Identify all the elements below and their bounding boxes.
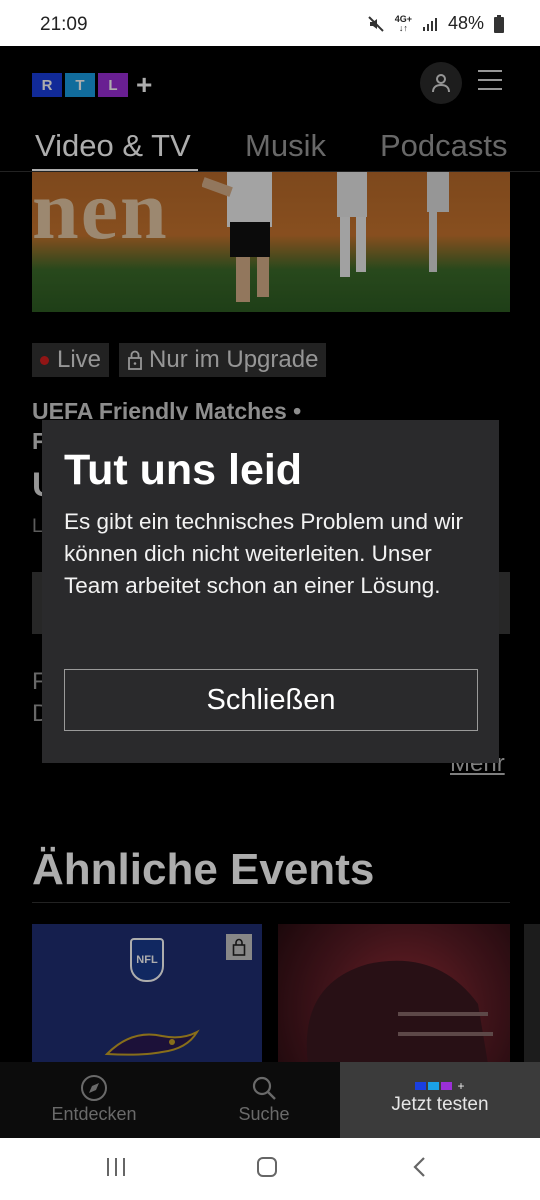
battery-icon	[494, 14, 504, 33]
mute-icon	[367, 15, 384, 32]
back-icon[interactable]	[410, 1156, 428, 1178]
recent-apps-icon[interactable]	[104, 1156, 128, 1178]
dialog-title: Tut uns leid	[64, 446, 303, 494]
compass-icon	[81, 1075, 107, 1101]
nav-explore-label: Entdecken	[51, 1104, 137, 1124]
nav-search[interactable]: Suche	[188, 1062, 340, 1138]
status-icons: 4G+ ↓↑ 48%	[367, 13, 504, 34]
signal-icon	[422, 17, 437, 31]
error-dialog: Tut uns leid Es gibt ein technisches Pro…	[42, 420, 499, 763]
home-icon[interactable]	[256, 1156, 278, 1178]
battery-percent: 48%	[447, 13, 484, 33]
dialog-message: Es gibt ein technisches Problem und wir …	[64, 509, 463, 598]
network-icon: 4G+ ↓↑	[394, 13, 412, 33]
nav-explore[interactable]: Entdecken	[0, 1062, 188, 1138]
status-bar: 21:09 4G+ ↓↑ 48%	[0, 0, 540, 46]
nav-search-label: Suche	[238, 1104, 290, 1124]
mini-rtl-logo: +	[340, 1080, 540, 1092]
nav-try-now-label: Jetzt testen	[391, 1094, 489, 1115]
nav-try-now[interactable]: + Jetzt testen	[340, 1062, 540, 1138]
status-time: 21:09	[40, 14, 88, 35]
search-icon	[252, 1076, 276, 1100]
bottom-navigation: Entdecken Suche + Jetzt testen	[0, 1062, 540, 1138]
close-button[interactable]: Schließen	[64, 669, 478, 731]
system-navigation-bar	[0, 1138, 540, 1200]
